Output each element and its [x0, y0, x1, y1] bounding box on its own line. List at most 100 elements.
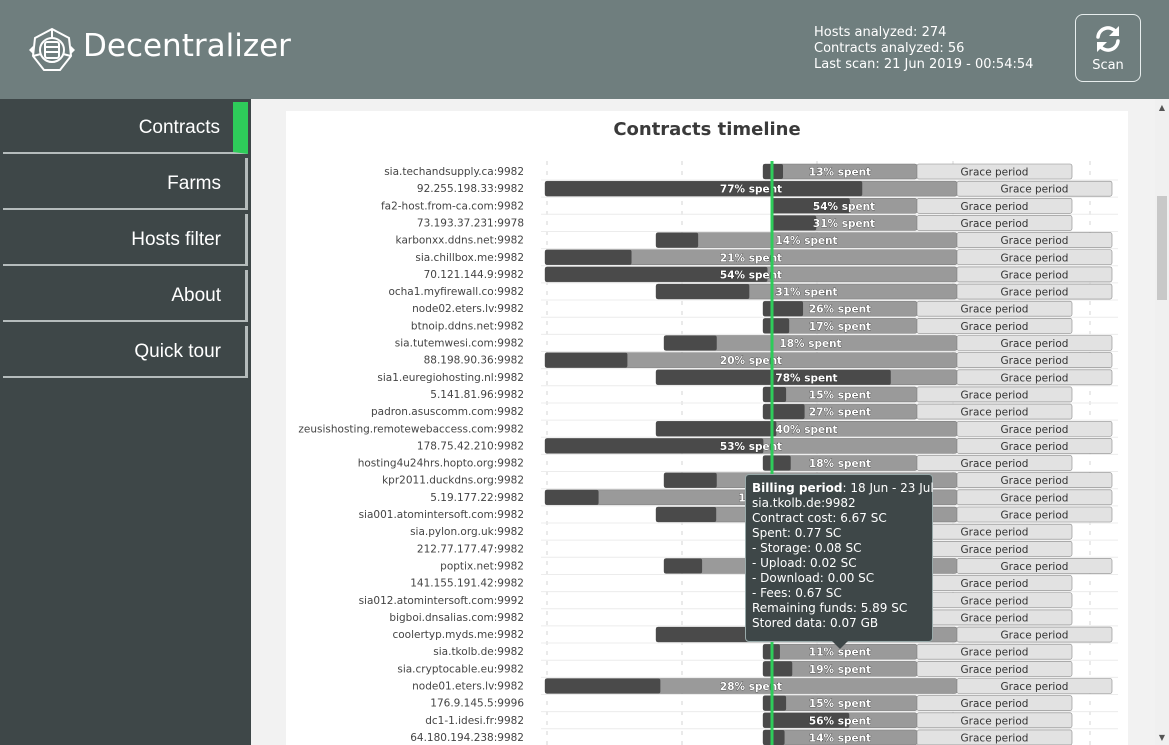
hosts-analyzed: Hosts analyzed: 274 [814, 25, 947, 40]
grace-period-label: Grace period [1001, 269, 1069, 281]
spent-label: 17% spent [809, 321, 871, 333]
contract-spent-bar[interactable] [656, 232, 699, 248]
grace-period-label: Grace period [961, 732, 1029, 744]
host-label: hosting4u24hrs.hopto.org:9982 [358, 458, 524, 470]
contract-spent-bar[interactable] [656, 284, 750, 300]
host-label: 92.255.198.33:9982 [417, 183, 524, 195]
contract-spent-bar[interactable] [545, 489, 599, 505]
spent-label: 56% spent [809, 715, 871, 727]
spent-label: 40% spent [775, 424, 837, 436]
spent-label: 14% spent [809, 732, 871, 744]
grace-period-label: Grace period [1001, 630, 1069, 642]
tooltip-billing-label: Billing period [752, 481, 843, 495]
scan-stats: Hosts analyzed: 274 Contracts analyzed: … [814, 25, 1033, 73]
contract-spent-bar[interactable] [763, 318, 790, 334]
host-label: poptix.net:9982 [440, 560, 524, 572]
host-label: ocha1.myfirewall.co:9982 [388, 286, 524, 298]
grace-period-label: Grace period [1001, 252, 1069, 264]
host-label: 176.9.145.5:9996 [430, 698, 524, 710]
tooltip-host: sia.tkolb.de:9982 [752, 496, 856, 510]
sidebar-item-farms[interactable]: Farms [3, 158, 248, 210]
spent-label: 31% spent [775, 287, 837, 299]
grace-period-label: Grace period [961, 595, 1029, 607]
spent-label: 27% spent [809, 407, 871, 419]
host-label: sia001.atomintersoft.com:9982 [359, 509, 524, 521]
contract-spent-bar[interactable] [763, 661, 793, 677]
refresh-icon [1096, 26, 1120, 52]
contract-spent-bar[interactable] [545, 352, 628, 368]
contract-spent-bar[interactable] [763, 404, 805, 420]
spent-label: 19% spent [809, 664, 871, 676]
grace-period-label: Grace period [961, 647, 1029, 659]
host-label: node01.eters.lv:9982 [412, 681, 524, 693]
grace-period-label: Grace period [961, 612, 1029, 624]
host-label: btnoip.ddns.net:9982 [411, 320, 524, 332]
grace-period-label: Grace period [961, 201, 1029, 213]
host-label: 141.155.191.42:9982 [410, 578, 524, 590]
tooltip-upload: - Upload: 0.02 SC [752, 556, 857, 570]
host-label: sia.chillbox.me:9982 [415, 252, 524, 264]
spent-label: 18% spent [809, 458, 871, 470]
spent-label: 31% spent [813, 218, 875, 230]
grace-period-label: Grace period [1001, 441, 1069, 453]
grace-period-label: Grace period [961, 458, 1029, 470]
contract-spent-bar[interactable] [763, 729, 785, 745]
host-label: sia1.euregiohosting.nl:9982 [377, 372, 524, 384]
host-label: bigboi.dnsalias.com:9982 [389, 612, 524, 624]
scroll-up-arrow-icon[interactable]: ▲ [1157, 103, 1167, 113]
grace-period-label: Grace period [1001, 372, 1069, 384]
grace-period-label: Grace period [1001, 681, 1069, 693]
host-label: karbonxx.ddns.net:9982 [396, 235, 524, 247]
grace-period-label: Grace period [961, 167, 1029, 179]
contract-spent-bar[interactable] [771, 215, 817, 231]
contract-spent-bar[interactable] [664, 558, 703, 574]
host-label: sia.pylon.org.uk:9982 [410, 526, 524, 538]
host-label: 70.121.144.9:9982 [424, 269, 524, 281]
timeline-panel: Contracts timeline sia.techandsupply.ca:… [286, 111, 1128, 745]
host-label: 212.77.177.47:9982 [417, 543, 524, 555]
contract-spent-bar[interactable] [664, 335, 717, 351]
contract-spent-bar[interactable] [656, 421, 777, 437]
app-header: Decentralizer Hosts analyzed: 274 Contra… [0, 0, 1169, 99]
grace-period-label: Grace period [961, 218, 1029, 230]
contract-spent-bar[interactable] [664, 472, 717, 488]
app-title: Decentralizer [83, 28, 291, 64]
contract-spent-bar[interactable] [763, 386, 787, 402]
sidebar-item-contracts[interactable]: Contracts [3, 102, 248, 154]
host-label: node02.eters.lv:9982 [412, 303, 524, 315]
tooltip-spent: Spent: 0.77 SC [752, 526, 842, 540]
scroll-down-arrow-icon[interactable]: ▼ [1157, 733, 1167, 743]
grace-period-label: Grace period [1001, 235, 1069, 247]
sidebar-item-hosts-filter[interactable]: Hosts filter [3, 214, 248, 266]
tooltip-stored: Stored data: 0.07 GB [752, 616, 879, 630]
grace-period-label: Grace period [1001, 510, 1069, 522]
contract-spent-bar[interactable] [763, 455, 791, 471]
contract-spent-bar[interactable] [545, 181, 863, 197]
host-label: padron.asuscomm.com:9982 [371, 406, 524, 418]
host-label: sia012.atomintersoft.com:9992 [359, 595, 524, 607]
grace-period-label: Grace period [961, 389, 1029, 401]
sidebar-item-about[interactable]: About [3, 270, 248, 322]
spent-label: 15% spent [809, 698, 871, 710]
host-label: 64.180.194.238:9982 [410, 732, 524, 744]
grace-period-label: Grace period [1001, 338, 1069, 350]
host-label: zeusishosting.remotewebaccess.com:9982 [298, 423, 524, 435]
contract-spent-bar[interactable] [545, 249, 632, 265]
main-content: Contracts timeline sia.techandsupply.ca:… [251, 99, 1155, 745]
contract-spent-bar[interactable] [545, 678, 661, 694]
contracts-analyzed: Contracts analyzed: 56 [814, 41, 965, 56]
contract-spent-bar[interactable] [656, 507, 717, 522]
host-label: dc1-1.idesi.fr:9982 [425, 715, 524, 727]
sidebar-item-quick-tour[interactable]: Quick tour [3, 326, 248, 378]
tooltip-fees: - Fees: 0.67 SC [752, 586, 842, 600]
grace-period-label: Grace period [961, 527, 1029, 539]
host-label: sia.techandsupply.ca:9982 [384, 166, 524, 178]
contract-tooltip: Billing period: 18 Jun - 23 Jul sia.tkol… [745, 474, 934, 649]
scan-button[interactable]: Scan [1075, 14, 1141, 82]
contract-spent-bar[interactable] [763, 301, 804, 317]
contract-spent-bar[interactable] [763, 695, 787, 711]
grace-period-label: Grace period [1001, 475, 1069, 487]
host-label: 5.141.81.96:9982 [430, 389, 524, 401]
spent-label: 18% spent [779, 338, 841, 350]
scrollbar-thumb[interactable] [1157, 196, 1167, 300]
